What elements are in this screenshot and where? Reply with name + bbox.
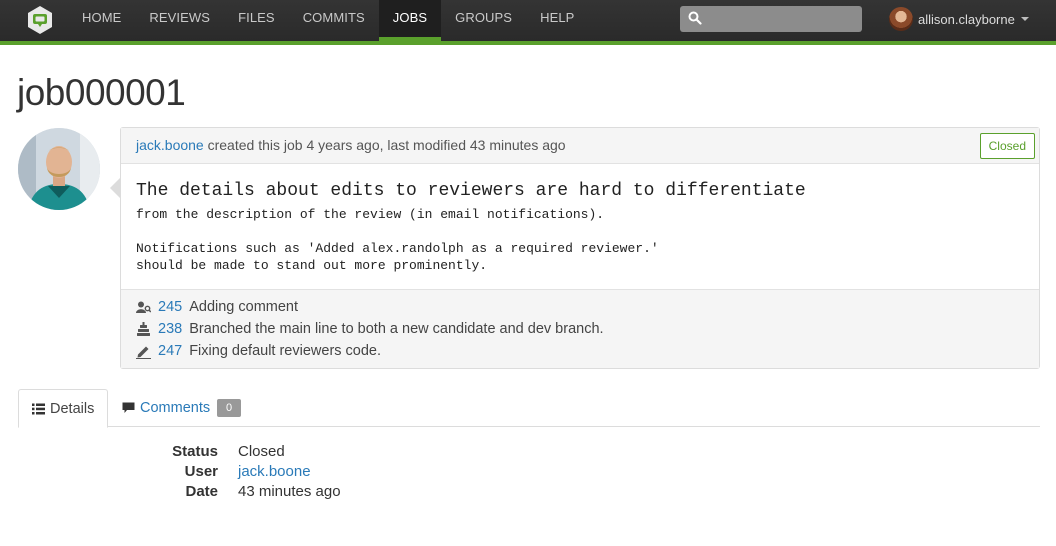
detail-label: Date [185, 483, 218, 500]
detail-row-date: Date 43 minutes ago [160, 483, 341, 503]
user-avatar [889, 7, 913, 31]
job-meta-text: created this job 4 years ago, last modif… [207, 137, 566, 153]
job-description-line: Notifications such as 'Added alex.randol… [136, 241, 659, 256]
tab-comments-label: Comments [140, 400, 211, 416]
detail-label: Status [172, 443, 218, 460]
search-icon [688, 11, 702, 25]
detail-row-user: User jack.boone [160, 463, 341, 483]
comments-count-badge: 0 [217, 399, 242, 417]
change-description: Adding comment [189, 299, 299, 315]
change-description: Branched the main line to both a new can… [189, 321, 604, 337]
details-list: Status Closed User jack.boone Date 43 mi… [160, 443, 341, 503]
nav-groups[interactable]: GROUPS [441, 0, 526, 41]
page-title: job000001 [17, 72, 186, 113]
main-nav: HOME REVIEWS FILES COMMITS JOBS GROUPS H… [68, 0, 588, 41]
nav-commits[interactable]: COMMITS [289, 0, 379, 41]
author-link[interactable]: jack.boone [136, 137, 204, 153]
nav-home[interactable]: HOME [68, 0, 135, 41]
nav-files[interactable]: FILES [224, 0, 289, 41]
nav-help[interactable]: HELP [526, 0, 588, 41]
detail-value: 43 minutes ago [238, 483, 341, 500]
avatar-photo [18, 128, 100, 210]
navbar-accent-bar [0, 41, 1056, 45]
search-input[interactable] [708, 9, 856, 29]
change-item: 245 Adding comment [136, 296, 298, 318]
change-item: 238 Branched the main line to both a new… [136, 318, 604, 340]
associated-changes: 245 Adding comment 238 Branched the main… [121, 289, 1039, 368]
change-link-238[interactable]: 238 [158, 321, 182, 337]
tab-details-label: Details [50, 400, 95, 417]
change-item: 247 Fixing default reviewers code. [136, 340, 381, 362]
detail-value: Closed [238, 443, 285, 460]
job-panel-header: jack.boone created this job 4 years ago,… [121, 128, 1039, 164]
job-description: The details about edits to reviewers are… [136, 180, 806, 274]
detail-row-status: Status Closed [160, 443, 341, 463]
comment-icon [122, 402, 135, 413]
change-link-247[interactable]: 247 [158, 343, 182, 359]
detail-label: User [184, 463, 218, 480]
list-icon [32, 403, 45, 414]
job-panel: jack.boone created this job 4 years ago,… [120, 127, 1040, 369]
swarm-logo-icon[interactable] [27, 5, 53, 35]
chevron-down-icon [1020, 17, 1029, 21]
job-meta: jack.boone created this job 4 years ago,… [136, 137, 566, 153]
job-description-line: should be made to stand out more promine… [136, 258, 488, 273]
user-name: allison.clayborne [918, 11, 1015, 27]
job-description-spacer [136, 223, 806, 240]
status-badge: Closed [979, 133, 1035, 159]
detail-user-link[interactable]: jack.boone [238, 463, 311, 483]
change-link-245[interactable]: 245 [158, 299, 182, 315]
tab-details[interactable]: Details [18, 389, 108, 428]
review-icon [136, 301, 151, 313]
change-description: Fixing default reviewers code. [189, 343, 382, 359]
nav-reviews[interactable]: REVIEWS [135, 0, 224, 41]
top-navbar: HOME REVIEWS FILES COMMITS JOBS GROUPS H… [0, 0, 1056, 41]
pending-edit-icon [136, 346, 151, 359]
tab-comments[interactable]: Comments 0 [122, 389, 242, 427]
author-avatar[interactable] [18, 128, 100, 210]
panel-pointer [110, 178, 120, 198]
commit-icon [137, 321, 150, 336]
user-menu[interactable]: allison.clayborne [889, 6, 1029, 32]
job-description-title: The details about edits to reviewers are… [136, 181, 806, 201]
job-description-line: from the description of the review (in e… [136, 207, 605, 222]
job-tabs: Details Comments 0 [18, 389, 1040, 428]
search-box[interactable] [680, 6, 862, 32]
nav-jobs[interactable]: JOBS [378, 0, 442, 41]
